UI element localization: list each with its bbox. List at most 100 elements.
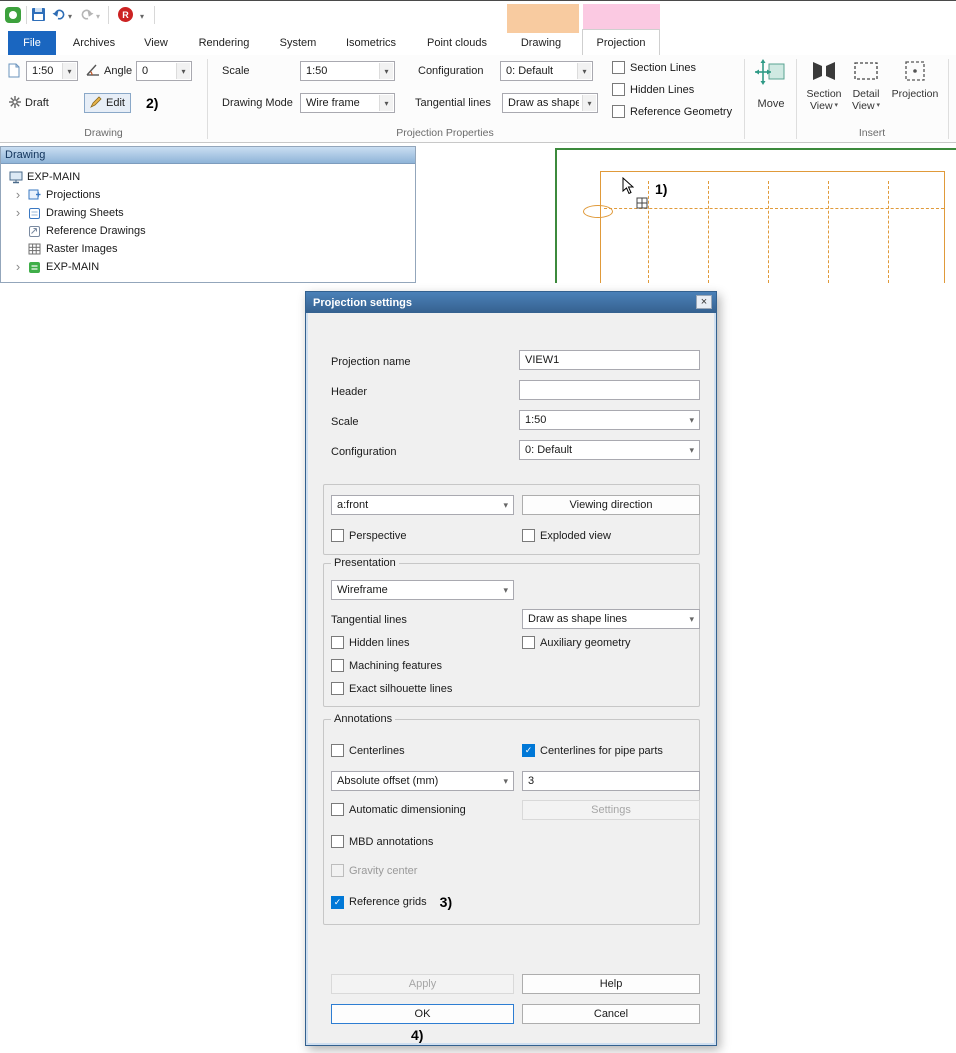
hidden-lines-label: Hidden lines [349,637,410,649]
tree-item-raster-images[interactable]: Raster Images [1,240,415,258]
chevron-down-icon[interactable]: ▾ [577,63,591,79]
ribbon-tab-bar: File Archives View Rendering System Isom… [0,29,956,55]
angle-combo[interactable]: 0 ▾ [136,61,192,81]
tab-projection[interactable]: Projection [582,29,660,55]
chevron-down-icon[interactable]: ▾ [582,95,596,111]
chevron-down-icon[interactable]: ▾ [68,12,72,21]
dialog-title-bar[interactable]: Projection settings [306,292,716,313]
undo-icon[interactable] [52,8,66,24]
tab-view[interactable]: View [136,31,176,55]
tab-archives[interactable]: Archives [64,31,124,55]
exact-silhouette-checkbox[interactable]: Exact silhouette lines [331,682,452,695]
header-input[interactable] [519,380,700,400]
tree-panel-title[interactable]: Drawing [1,147,415,164]
tree-item-label: EXP-MAIN [27,171,80,183]
help-button[interactable]: Help [522,974,700,994]
centerlines-label: Centerlines [349,745,405,757]
tree-item-reference-drawings[interactable]: Reference Drawings [1,222,415,240]
close-icon[interactable]: × [696,295,712,309]
reference-grids-checkbox[interactable]: ✓ Reference grids 3) [331,894,452,910]
presentation-select[interactable]: Wireframe ▾ [331,580,514,600]
move-label: Move [758,98,785,110]
perspective-label: Perspective [349,530,406,542]
quick-access-toolbar: ▾ ▾ R ▾ [0,2,956,28]
configuration-combo[interactable]: 0: Default ▾ [500,61,593,81]
chevron-down-icon[interactable]: ▾ [62,63,76,79]
dialog-scale-select[interactable]: 1:50 ▾ [519,410,700,430]
tab-drawing[interactable]: Drawing [510,31,572,55]
group-label-projection-properties: Projection Properties [230,127,660,139]
scale-combo[interactable]: 1:50 ▾ [300,61,395,81]
hidden-lines-checkbox[interactable]: Hidden Lines [612,83,694,96]
tree-item-projections[interactable]: › Projections [1,186,415,204]
auxiliary-geometry-checkbox[interactable]: Auxiliary geometry [522,636,630,649]
reference-geometry-checkbox[interactable]: Reference Geometry [612,105,732,118]
ok-button[interactable]: OK [331,1004,514,1024]
scale-label: Scale [222,65,250,77]
edit-button[interactable]: Edit [84,93,131,113]
section-lines-checkbox[interactable]: Section Lines [612,61,696,74]
checkbox-box [612,83,625,96]
sheet-frame [600,171,945,283]
chevron-down-icon: ▾ [835,100,839,112]
perspective-checkbox[interactable]: Perspective [331,529,406,542]
chevron-down-icon[interactable]: ▾ [176,63,190,79]
expand-chevron-icon[interactable]: › [13,190,23,200]
move-button[interactable]: Move [746,59,796,110]
chevron-down-icon[interactable]: ▾ [96,12,100,21]
tab-point-clouds[interactable]: Point clouds [420,31,494,55]
dialog-tangential-select[interactable]: Draw as shape lines ▾ [522,609,700,629]
apply-button: Apply [331,974,514,994]
drawing-canvas[interactable]: 1) [418,146,956,283]
exploded-view-checkbox[interactable]: Exploded view [522,529,611,542]
detail-view-label-line2: View [852,100,875,112]
presentation-legend: Presentation [331,557,399,569]
view-direction-select[interactable]: a:front ▾ [331,495,514,515]
centerlines-pipe-checkbox[interactable]: ✓ Centerlines for pipe parts [522,744,663,757]
draft-button[interactable]: Draft [4,93,54,113]
chevron-down-icon: ▾ [503,500,508,511]
checkbox-box [331,529,344,542]
tab-system[interactable]: System [270,31,326,55]
offset-mode-select[interactable]: Absolute offset (mm) ▾ [331,771,514,791]
viewing-direction-button[interactable]: Viewing direction [522,495,700,515]
detail-view-button[interactable]: Detail View▾ [846,59,886,112]
tree-item-drawing-sheets[interactable]: › Drawing Sheets [1,204,415,222]
tab-isometrics[interactable]: Isometrics [340,31,402,55]
hidden-lines-dialog-checkbox[interactable]: Hidden lines [331,636,410,649]
drawing-tree-panel: Drawing EXP-MAIN › Projections › Drawi [0,146,416,283]
tab-file[interactable]: File [8,31,56,55]
group-label-drawing: Drawing [0,127,207,139]
tree-item-exp-main[interactable]: EXP-MAIN [1,168,415,186]
dialog-configuration-select[interactable]: 0: Default ▾ [519,440,700,460]
application-window: ▾ ▾ R ▾ File Archives View Rendering Sys… [0,0,956,1053]
tangential-lines-combo[interactable]: Draw as shape ▾ [502,93,598,113]
ribbon: 1:50 ▾ Angle 0 ▾ Draft Edit 2) Scale 1:5… [0,55,956,143]
centerlines-checkbox[interactable]: Centerlines [331,744,405,757]
chevron-down-icon[interactable]: ▾ [140,12,144,21]
expand-chevron-icon[interactable]: › [13,208,23,218]
tree-item-exp-main-part[interactable]: › EXP-MAIN [1,258,415,276]
section-view-button[interactable]: Section View▾ [802,59,846,112]
projection-button[interactable]: Projection [886,59,944,100]
machining-features-checkbox[interactable]: Machining features [331,659,442,672]
tab-rendering[interactable]: Rendering [190,31,258,55]
offset-value-input[interactable]: 3 [522,771,700,791]
app-logo-icon[interactable] [5,7,21,23]
save-icon[interactable] [32,8,45,21]
annotation-step-4: 4) [411,1027,423,1043]
offset-mode-value: Absolute offset (mm) [337,775,438,787]
chevron-down-icon[interactable]: ▾ [379,63,393,79]
automatic-dimensioning-checkbox[interactable]: Automatic dimensioning [331,803,466,816]
cancel-button[interactable]: Cancel [522,1004,700,1024]
record-icon[interactable]: R [118,7,133,22]
redo-icon[interactable] [80,8,94,24]
drawing-mode-combo[interactable]: Wire frame ▾ [300,93,395,113]
mbd-annotations-checkbox[interactable]: MBD annotations [331,835,433,848]
exact-silhouette-label: Exact silhouette lines [349,683,452,695]
projection-name-input[interactable]: VIEW1 [519,350,700,370]
expand-chevron-icon[interactable]: › [13,262,23,272]
annotation-step-1: 1) [655,181,667,197]
chevron-down-icon[interactable]: ▾ [379,95,393,111]
quick-scale-combo[interactable]: 1:50 ▾ [26,61,78,81]
